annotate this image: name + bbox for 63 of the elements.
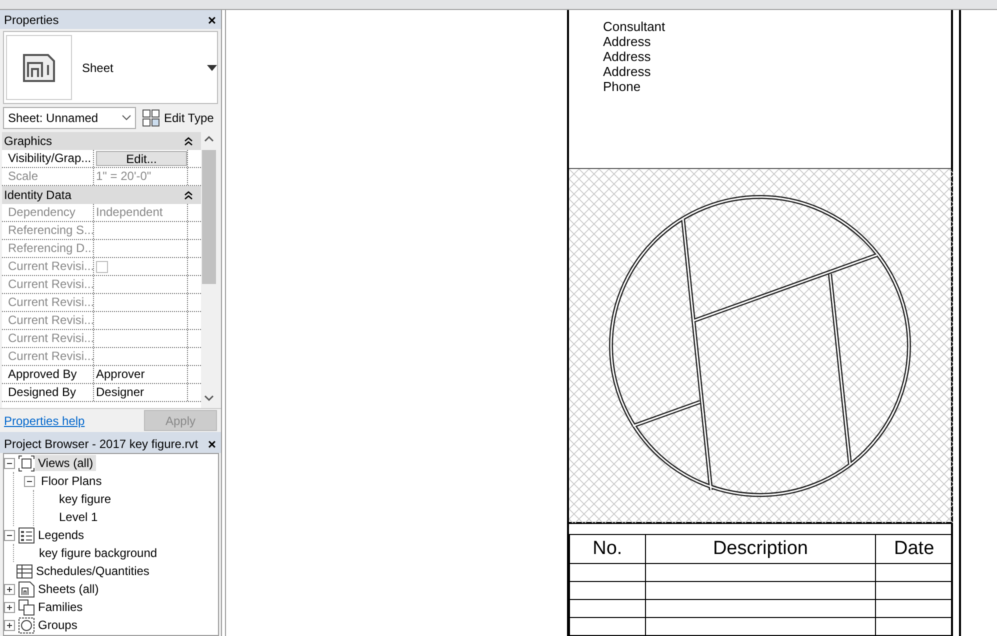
collapse-icon[interactable] (184, 136, 193, 146)
group-header: Graphics (3, 133, 54, 150)
tree-item[interactable]: Floor Plans (38, 473, 105, 489)
property-label: Approved By (2, 366, 94, 383)
collapse-icon[interactable] (184, 190, 193, 200)
dropdown-caret-icon (207, 64, 217, 70)
tree-item[interactable]: Sheets (all) (35, 581, 102, 597)
tree-item[interactable]: Views (all) (35, 455, 96, 471)
group-header: Identity Data (3, 187, 72, 204)
expand-icon[interactable] (4, 620, 15, 630)
tree-item[interactable]: key figure (56, 491, 114, 507)
collapse-icon[interactable] (24, 476, 35, 486)
tree-item[interactable]: Families (35, 599, 86, 615)
property-label: Current Revisi... (2, 258, 94, 275)
legend-icon (18, 526, 35, 544)
type-filter-dropdown[interactable]: Sheet: Unnamed (3, 107, 136, 129)
edit-button[interactable]: Edit... (96, 151, 187, 166)
property-label: Scale (2, 168, 94, 185)
property-label: Current Revisi... (2, 294, 94, 311)
collapse-icon[interactable] (4, 458, 15, 468)
property-label: Current Revisi... (2, 330, 94, 347)
tree-item[interactable]: Schedules/Quantities (33, 563, 152, 579)
expand-icon[interactable] (4, 584, 15, 594)
consultant-text: Consultant (603, 19, 666, 34)
property-label: Current Revisi... (2, 276, 94, 293)
consultant-text: Address (603, 34, 651, 49)
collapse-icon[interactable] (4, 530, 15, 540)
property-label: Dependency (2, 204, 94, 221)
consultant-text: Address (603, 49, 651, 64)
property-value: Independent (96, 204, 163, 221)
consultant-text: Address (603, 64, 651, 79)
consultant-text: Phone (603, 79, 641, 94)
property-value: 1" = 20'-0" (96, 168, 152, 185)
tree-item[interactable]: Groups (35, 617, 80, 633)
sheet-icon (18, 580, 35, 598)
sheet-icon (22, 52, 56, 82)
family-icon (18, 598, 35, 616)
column-header: Description (645, 534, 876, 564)
chevron-down-icon (122, 115, 131, 121)
view-frame-icon (18, 454, 35, 472)
column-header: No. (570, 534, 646, 564)
property-label: Current Revisi... (2, 312, 94, 329)
tree-item[interactable]: key figure background (36, 545, 160, 561)
expand-icon[interactable] (4, 602, 15, 612)
edit-type-button[interactable]: Edit Type (142, 109, 214, 127)
close-button[interactable]: × (208, 12, 216, 26)
property-value[interactable]: Designer (96, 384, 144, 401)
group-icon (18, 616, 35, 634)
close-button[interactable]: × (208, 436, 216, 450)
tree-item[interactable]: Level 1 (56, 509, 101, 525)
column-header: Date (876, 534, 952, 564)
panel-title: Project Browser - 2017 key figure.rvt (4, 436, 198, 452)
property-label: Visibility/Grap... (2, 150, 94, 167)
panel-title: Properties (4, 12, 59, 28)
tree-item[interactable]: Legends (35, 527, 88, 543)
property-label: Designed By (2, 384, 94, 401)
property-label: Referencing S... (2, 222, 94, 239)
property-label: Current Revisi... (2, 348, 94, 365)
type-selector[interactable]: Sheet (3, 31, 218, 104)
help-link[interactable]: Properties help (4, 412, 85, 430)
edit-type-icon (142, 109, 160, 127)
table-icon (16, 562, 33, 580)
property-value[interactable]: Approver (96, 366, 145, 383)
